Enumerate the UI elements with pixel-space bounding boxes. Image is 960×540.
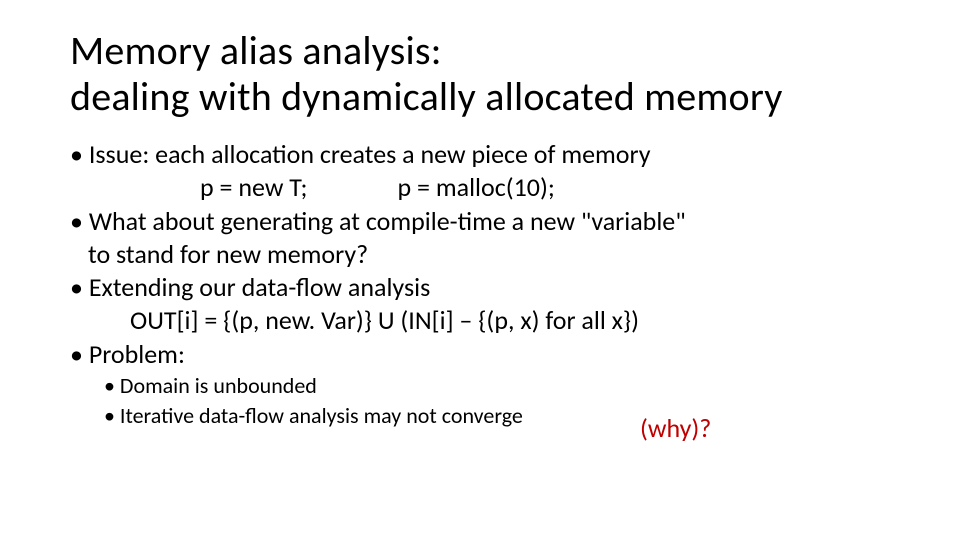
examples-row: p = new T; p = malloc(10); (70, 171, 890, 204)
bullet-problem: • Problem: (70, 338, 890, 371)
title-line-1: Memory alias analysis: (70, 26, 442, 75)
title-line-2: dealing with dynamically allocated memor… (70, 72, 783, 121)
equation-out: OUT[i] = {(p, new. Var)} U (IN[i] – {(p,… (70, 304, 890, 337)
example-malloc: p = malloc(10); (397, 171, 554, 204)
bullet-issue: • Issue: each allocation creates a new p… (70, 138, 890, 171)
why-annotation: (why)? (640, 412, 711, 444)
slide-body: • Issue: each allocation creates a new p… (70, 138, 890, 430)
sub-bullet-converge: • Iterative data-flow analysis may not c… (70, 401, 890, 431)
sub-bullet-domain: • Domain is unbounded (70, 371, 890, 401)
example-new: p = new T; (200, 171, 307, 204)
bullet-variable-line2: to stand for new memory? (70, 238, 890, 271)
bullet-extending: • Extending our data-flow analysis (70, 271, 890, 304)
slide-title: Memory alias analysis: dealing with dyna… (70, 28, 890, 120)
bullet-variable-line1: • What about generating at compile-time … (70, 205, 890, 238)
slide: Memory alias analysis: dealing with dyna… (0, 0, 960, 540)
